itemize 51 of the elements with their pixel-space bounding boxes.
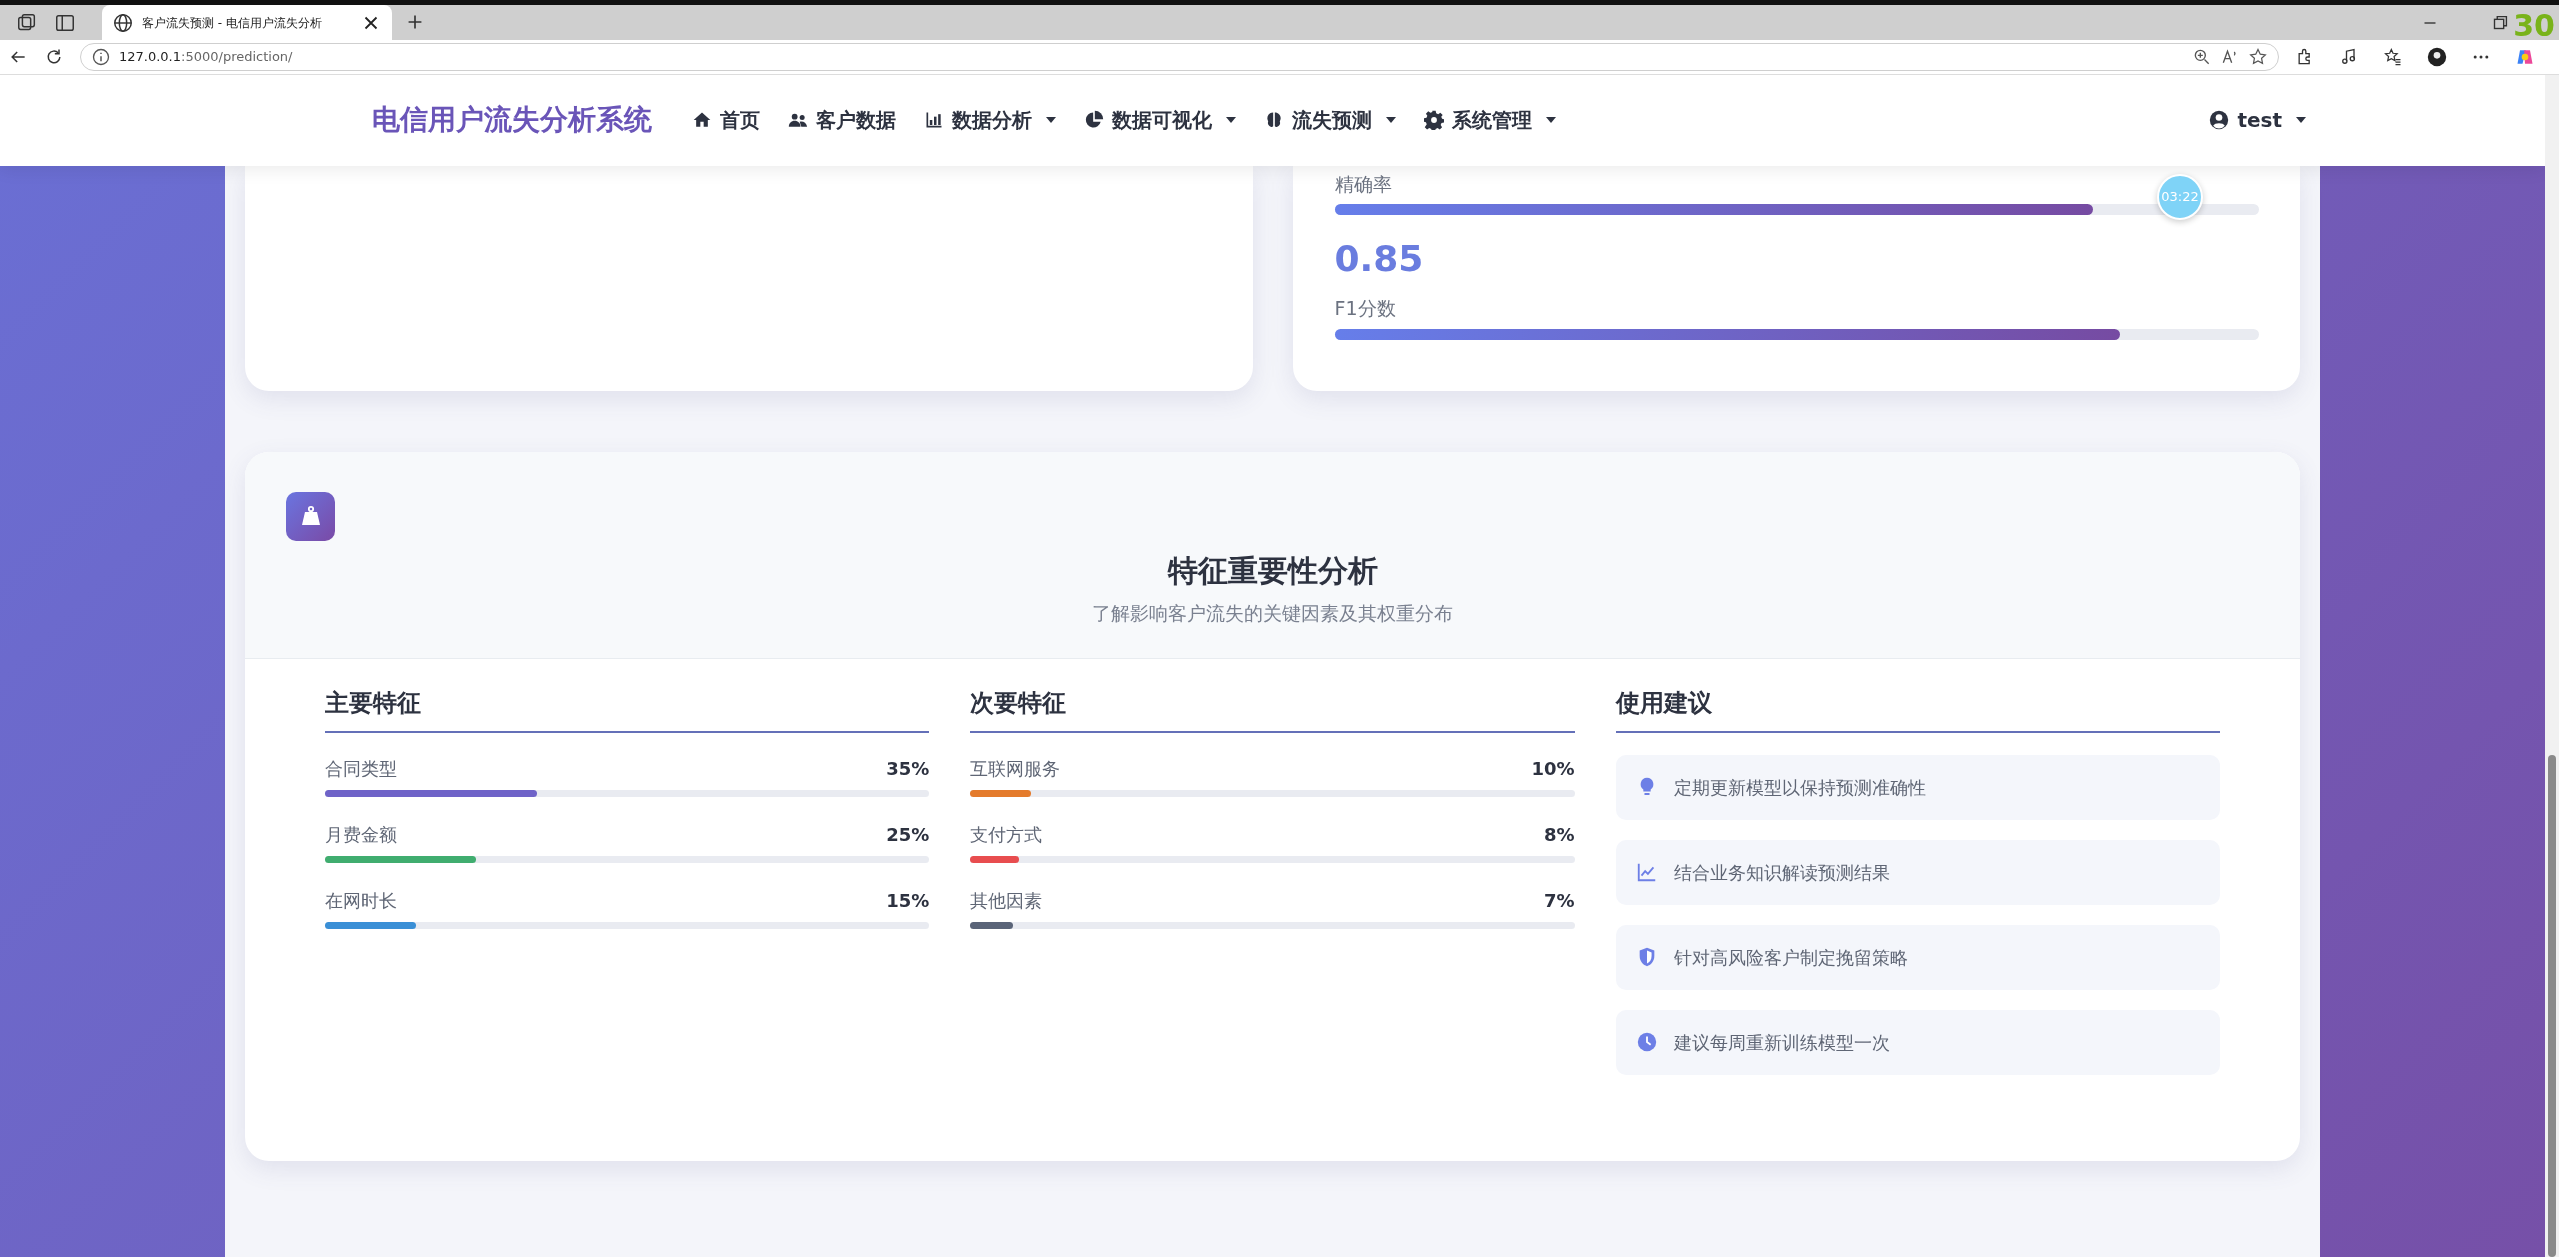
nav-link[interactable]: 客户数据 <box>774 97 910 144</box>
info-icon <box>91 47 111 67</box>
nav-link[interactable]: 首页 <box>678 97 774 144</box>
feature-name: 其他因素 <box>970 888 1043 913</box>
fps-counter: 30 <box>2513 11 2555 41</box>
column-heading: 次要特征 <box>970 684 1575 733</box>
nav-link[interactable]: 系统管理 <box>1410 97 1570 144</box>
user-menu[interactable]: test <box>2195 97 2320 144</box>
bar-chart-icon <box>924 110 944 131</box>
section-title: 特征重要性分析 <box>1166 551 1379 590</box>
browser-tab[interactable]: 客户流失预测 - 电信用户流失分析 <box>102 5 392 40</box>
section-subtitle: 了解影响客户流失的关键因素及其权重分布 <box>1091 600 1454 626</box>
metric-label: 精确率 <box>1334 171 1392 197</box>
star-icon[interactable] <box>2248 47 2268 67</box>
scrollbar[interactable] <box>2545 75 2559 1257</box>
weight-icon <box>286 491 335 541</box>
tip-text: 结合业务知识解读预测结果 <box>1673 860 1890 885</box>
tip-text: 针对高风险客户制定挽留策略 <box>1673 945 1908 970</box>
nav-link[interactable]: 数据可视化 <box>1070 97 1250 144</box>
zoom-icon[interactable] <box>2192 47 2212 67</box>
nav-link[interactable]: 流失预测 <box>1250 97 1410 144</box>
tip-text: 建议每周重新训练模型一次 <box>1673 1030 1890 1055</box>
feature-name: 支付方式 <box>970 822 1043 847</box>
feature-percent: 10% <box>1531 756 1575 781</box>
url-text: 127.0.0.1:5000/prediction/ <box>119 48 293 67</box>
feature-percent: 8% <box>1544 822 1575 847</box>
favorites-icon[interactable] <box>2383 47 2403 67</box>
feature-percent: 7% <box>1544 888 1575 913</box>
feature-name: 月费金额 <box>325 822 397 847</box>
tip-text: 定期更新模型以保持预测准确性 <box>1673 775 1926 800</box>
metric-value: 0.85 <box>1334 237 1425 281</box>
feature-percent: 25% <box>886 822 930 847</box>
feature-percent: 15% <box>886 888 930 913</box>
line-chart-icon <box>1635 861 1658 883</box>
column-heading: 主要特征 <box>325 684 930 733</box>
scrollbar-thumb[interactable] <box>2548 755 2556 1257</box>
nav-link[interactable]: 数据分析 <box>910 97 1070 144</box>
feature-name: 在网时长 <box>325 888 397 913</box>
brand-link[interactable]: 电信用户流失分析系统 <box>372 99 652 142</box>
user-circle-icon <box>2209 110 2230 131</box>
feature-name: 合同类型 <box>325 756 397 781</box>
metric-label: F1分数 <box>1334 296 1396 322</box>
tab-title: 客户流失预测 - 电信用户流失分析 <box>142 14 323 32</box>
clock-icon <box>1635 1031 1658 1053</box>
feature-name: 互联网服务 <box>970 756 1061 781</box>
globe-icon <box>112 11 134 34</box>
gear-icon <box>1424 110 1444 131</box>
feature-percent: 35% <box>886 756 930 781</box>
column-heading: 使用建议 <box>1615 684 2220 733</box>
copilot-icon[interactable] <box>2515 47 2535 67</box>
profile-avatar-icon[interactable] <box>2427 47 2447 67</box>
